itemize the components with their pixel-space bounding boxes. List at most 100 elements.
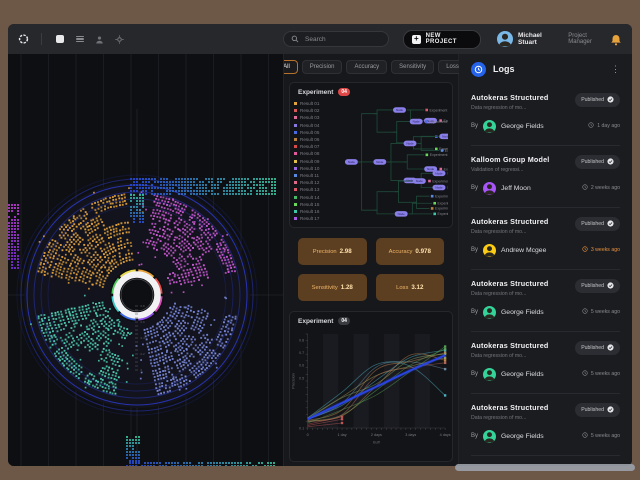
published-badge[interactable]: Published	[575, 403, 620, 417]
legend-label: Result 05	[300, 129, 320, 135]
legend-swatch	[294, 173, 297, 177]
author-name: George Fields	[501, 308, 544, 316]
legend-item[interactable]: Result 16	[294, 208, 344, 215]
published-badge[interactable]: Published	[575, 341, 620, 355]
clock-icon	[582, 432, 588, 440]
log-timestamp: 1 day ago	[588, 122, 620, 130]
by-label: By	[471, 185, 479, 191]
published-badge[interactable]: Published	[575, 93, 620, 107]
log-entry[interactable]: Autokeras Structured Data regression of m…	[471, 394, 620, 456]
log-entry[interactable]: Autokeras Structured Data regression of m…	[471, 332, 620, 394]
log-timestamp: 5 weeks ago	[582, 370, 620, 378]
svg-text:Experiment: Experiment	[438, 202, 448, 206]
svg-text:2 days: 2 days	[371, 433, 382, 437]
user-menu[interactable]: Michael Stuart Project Manager	[497, 31, 610, 47]
logs-menu-icon[interactable]: ⋮	[611, 64, 620, 75]
metric-value: 0.978	[415, 248, 431, 255]
svg-text:Experiment: Experiment	[444, 167, 448, 171]
metric-label: Loss	[396, 284, 409, 291]
filter-chip-accuracy[interactable]: Accuracy	[346, 60, 388, 74]
author-name: Andrew Mcgee	[501, 246, 547, 254]
legend-item[interactable]: Result 11	[294, 172, 344, 179]
svg-text:Node: Node	[436, 172, 443, 176]
legend-swatch	[294, 188, 297, 192]
svg-text:Experiment: Experiment	[430, 108, 448, 112]
legend-item[interactable]: Result 17	[294, 215, 344, 222]
legend-label: Result 13	[300, 187, 320, 193]
log-entry[interactable]: Kalloom Group Model Validation of regress…	[471, 146, 620, 208]
log-entry[interactable]: Autokeras Structured Data regression of m…	[471, 84, 620, 146]
svg-text:Precision: Precision	[291, 373, 295, 389]
users-icon[interactable]	[94, 34, 105, 45]
check-circle-icon	[607, 281, 614, 291]
author-avatar	[483, 243, 497, 257]
author-name: George Fields	[501, 122, 544, 130]
legend-swatch	[294, 116, 297, 120]
author-name: Jeff Moon	[501, 184, 531, 192]
legend-item[interactable]: Result 05	[294, 129, 344, 136]
log-entry[interactable]: Autokeras Structured Data regression of m…	[471, 270, 620, 332]
legend-item[interactable]: Result 07	[294, 143, 344, 150]
legend-label: Result 09	[300, 158, 320, 164]
settings-gear-icon[interactable]	[114, 34, 125, 45]
metric-card-sensitivity[interactable]: Sensitivity 1.28	[298, 274, 367, 301]
filter-chip-sensitivity[interactable]: Sensitivity	[391, 60, 435, 74]
svg-text:0.2: 0.2	[141, 352, 146, 356]
grid-view-icon[interactable]	[54, 34, 65, 45]
plus-icon: +	[412, 34, 421, 44]
svg-text:Node: Node	[348, 160, 355, 164]
filter-chip-precision[interactable]: Precision	[301, 60, 343, 74]
legend-item[interactable]: Result 12	[294, 179, 344, 186]
legend-item[interactable]: Result 01	[294, 100, 344, 107]
horizontal-scrollbar[interactable]	[455, 464, 635, 471]
legend-item[interactable]: Result 03	[294, 114, 344, 121]
legend-label: Result 03	[300, 115, 320, 121]
log-title: Autokeras Structured	[471, 217, 549, 226]
new-project-button[interactable]: + NEW PROJECT	[403, 29, 482, 49]
tree-panel-title: Experiment	[298, 88, 334, 96]
clock-icon	[588, 122, 594, 130]
notifications-bell-icon[interactable]	[610, 33, 622, 46]
author-name: George Fields	[501, 432, 544, 440]
published-label: Published	[581, 97, 604, 103]
svg-text:0.8: 0.8	[141, 304, 146, 308]
metric-label: Accuracy	[388, 248, 413, 255]
legend-item[interactable]: Result 02	[294, 107, 344, 114]
log-subtitle: Data regression of mo...	[471, 352, 527, 359]
svg-text:Node: Node	[413, 120, 420, 124]
published-label: Published	[581, 159, 604, 165]
author-avatar	[483, 119, 497, 133]
clock-icon	[582, 370, 588, 378]
svg-text:Node: Node	[416, 179, 423, 183]
log-entry[interactable]: Autokeras Structured Data regression of m…	[471, 208, 620, 270]
radial-scatter-chart: 0.80.60.40.20	[8, 54, 283, 466]
published-badge[interactable]: Published	[575, 279, 620, 293]
legend-item[interactable]: Result 09	[294, 158, 344, 165]
metric-label: Sensitivity	[311, 284, 338, 291]
legend-item[interactable]: Result 04	[294, 122, 344, 129]
legend-item[interactable]: Result 14	[294, 193, 344, 200]
search-bar[interactable]	[283, 31, 389, 47]
metric-card-accuracy[interactable]: Accuracy 0.978	[375, 238, 444, 265]
legend-item[interactable]: Result 13	[294, 186, 344, 193]
metric-label: Precision	[312, 248, 337, 255]
legend-swatch	[294, 202, 297, 206]
logs-panel: Logs ⋮ Autokeras Structured Data regressi…	[459, 54, 632, 466]
metric-card-loss[interactable]: Loss 3.12	[375, 274, 444, 301]
legend-item[interactable]: Result 08	[294, 150, 344, 157]
legend-label: Result 14	[300, 194, 320, 200]
author-avatar	[483, 181, 497, 195]
search-input[interactable]	[303, 34, 381, 44]
legend-item[interactable]: Result 06	[294, 136, 344, 143]
app-logo-icon[interactable]	[18, 34, 29, 45]
legend-item[interactable]: Result 10	[294, 165, 344, 172]
published-badge[interactable]: Published	[575, 217, 620, 231]
nav-divider	[41, 33, 42, 45]
metric-card-precision[interactable]: Precision 2.98	[298, 238, 367, 265]
legend-item[interactable]: Result 15	[294, 201, 344, 208]
log-subtitle: Data regression of mo...	[471, 104, 527, 111]
clock-icon	[582, 184, 588, 192]
list-view-icon[interactable]	[74, 34, 85, 45]
chart-panel-header: Experiment 04	[290, 312, 452, 328]
published-badge[interactable]: Published	[575, 155, 620, 169]
